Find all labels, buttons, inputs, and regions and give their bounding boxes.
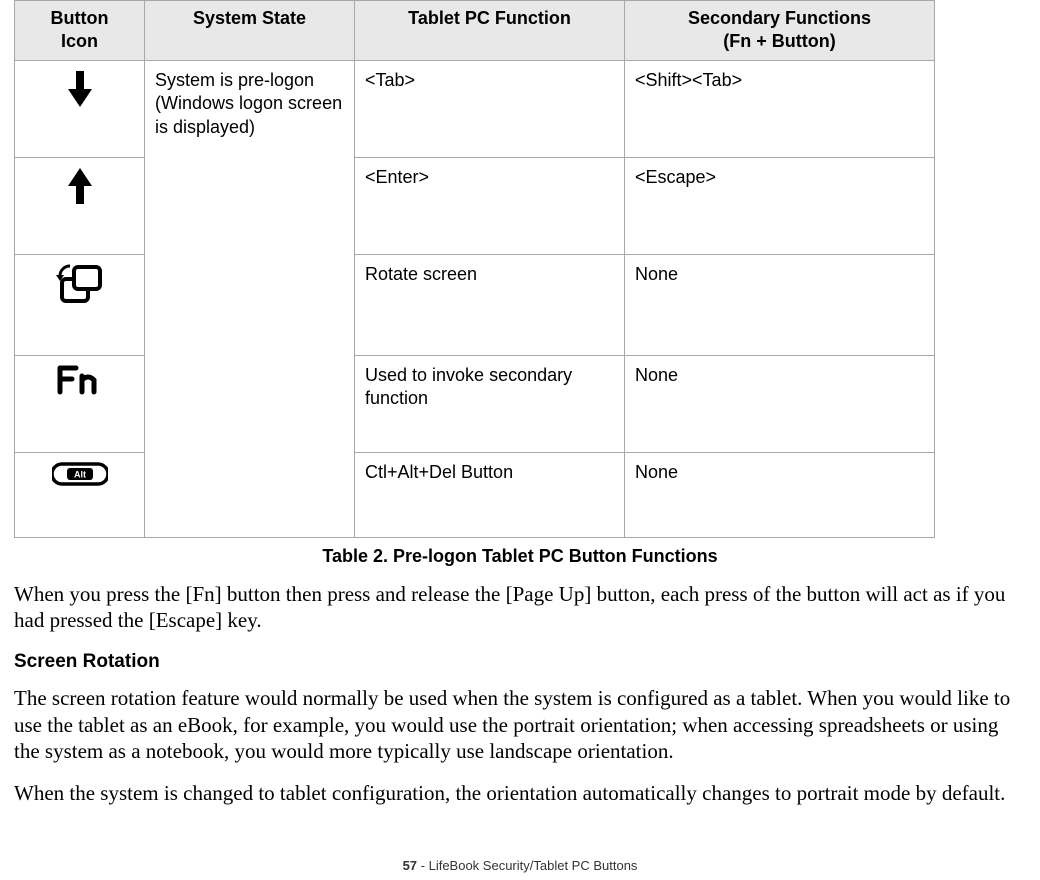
- up-arrow-icon: [66, 166, 94, 206]
- paragraph-screen-rotation-2: When the system is changed to tablet con…: [14, 780, 1026, 806]
- system-state-cell: System is pre-logon (Windows logon scree…: [145, 60, 355, 537]
- header-button-icon: Button Icon: [15, 1, 145, 61]
- button-functions-table: Button Icon System State Tablet PC Funct…: [14, 0, 935, 538]
- icon-cell-up-arrow: [15, 157, 145, 254]
- table-row: System is pre-logon (Windows logon scree…: [15, 60, 935, 157]
- heading-screen-rotation: Screen Rotation: [14, 651, 1026, 673]
- secondary-cell: None: [625, 254, 935, 355]
- page-footer: 57 - LifeBook Security/Tablet PC Buttons: [0, 858, 1040, 873]
- function-cell: <Enter>: [355, 157, 625, 254]
- header-system-state: System State: [145, 1, 355, 61]
- rotate-screen-icon: [56, 263, 104, 305]
- function-cell: Ctl+Alt+Del Button: [355, 452, 625, 537]
- paragraph-fn-escape: When you press the [Fn] button then pres…: [14, 581, 1026, 634]
- icon-cell-rotate: [15, 254, 145, 355]
- down-arrow-icon: [66, 69, 94, 109]
- secondary-cell: <Escape>: [625, 157, 935, 254]
- text: (Fn + Button): [723, 31, 835, 51]
- secondary-cell: <Shift><Tab>: [625, 60, 935, 157]
- table-caption: Table 2. Pre-logon Tablet PC Button Func…: [0, 546, 1040, 567]
- function-cell: <Tab>: [355, 60, 625, 157]
- table-header-row: Button Icon System State Tablet PC Funct…: [15, 1, 935, 61]
- text: Icon: [61, 31, 98, 51]
- function-cell: Rotate screen: [355, 254, 625, 355]
- footer-title: LifeBook Security/Tablet PC Buttons: [429, 858, 638, 873]
- secondary-cell: None: [625, 452, 935, 537]
- text: Button: [51, 8, 109, 28]
- page-number: 57: [403, 858, 417, 873]
- secondary-cell: None: [625, 355, 935, 452]
- icon-cell-fn: [15, 355, 145, 452]
- icon-cell-down-arrow: [15, 60, 145, 157]
- text: Secondary Functions: [688, 8, 871, 28]
- fn-icon: [56, 364, 104, 396]
- function-cell: Used to invoke secondary function: [355, 355, 625, 452]
- paragraph-screen-rotation-1: The screen rotation feature would normal…: [14, 685, 1026, 764]
- icon-cell-ctrl-alt-del: Alt: [15, 452, 145, 537]
- document-page: Button Icon System State Tablet PC Funct…: [0, 0, 1040, 873]
- svg-text:Alt: Alt: [74, 469, 86, 479]
- header-secondary-functions: Secondary Functions (Fn + Button): [625, 1, 935, 61]
- footer-sep: -: [417, 858, 429, 873]
- ctrl-alt-del-icon: Alt: [52, 461, 108, 487]
- header-tablet-pc-function: Tablet PC Function: [355, 1, 625, 61]
